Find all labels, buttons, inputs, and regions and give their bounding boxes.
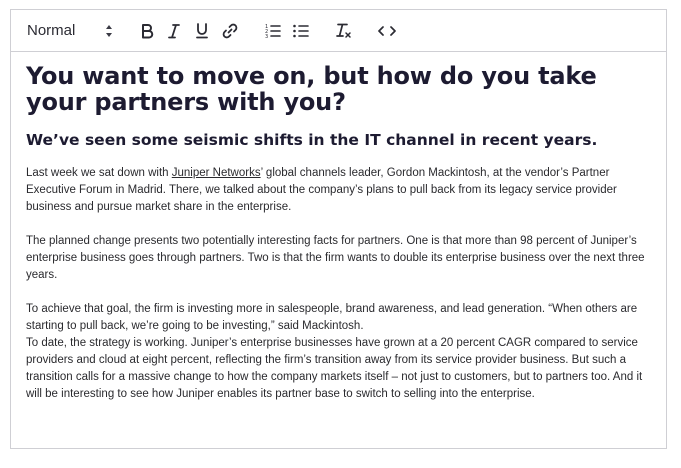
bold-icon (142, 23, 154, 38)
paragraph-2: The planned change presents two potentia… (26, 235, 645, 281)
bullet-list-icon (293, 24, 309, 37)
juniper-networks-link[interactable]: Juniper Networks (172, 167, 261, 179)
editor-content[interactable]: You want to move on, but how do you take… (26, 63, 652, 403)
italic-icon (168, 23, 180, 38)
svg-text:3: 3 (265, 34, 268, 39)
link-icon (222, 23, 238, 38)
article-subheading: We’ve seen some seismic shifts in the IT… (26, 131, 598, 149)
paragraph-1: Last week we sat down with Juniper Netwo… (26, 165, 652, 216)
format-select[interactable]: Normal (27, 10, 113, 51)
clear-formatting-button[interactable] (333, 10, 355, 51)
empty-line (26, 216, 652, 233)
select-arrows-icon (106, 25, 112, 37)
bold-button[interactable] (136, 10, 158, 51)
italic-button[interactable] (163, 10, 185, 51)
clear-formatting-icon (336, 23, 351, 38)
paragraph-1-text-start: Last week we sat down with (26, 167, 172, 179)
ordered-list-button[interactable]: 1 2 3 (262, 10, 284, 51)
bullet-list-button[interactable] (290, 10, 312, 51)
code-button[interactable] (376, 10, 398, 51)
underline-button[interactable] (191, 10, 213, 51)
ordered-list-icon: 1 2 3 (265, 24, 281, 39)
editor-toolbar: Normal 1 2 3 (11, 10, 666, 52)
empty-line (26, 284, 652, 301)
code-icon (378, 25, 396, 36)
format-select-value: Normal (27, 22, 76, 39)
underline-icon (196, 22, 208, 38)
link-button[interactable] (219, 10, 241, 51)
rich-text-editor: Normal 1 2 3 You want to move on, but ho… (10, 9, 667, 449)
paragraph-3: To achieve that goal, the firm is invest… (26, 303, 638, 332)
article-heading: You want to move on, but how do you take… (26, 62, 597, 116)
paragraph-4: To date, the strategy is working. Junipe… (26, 337, 643, 400)
